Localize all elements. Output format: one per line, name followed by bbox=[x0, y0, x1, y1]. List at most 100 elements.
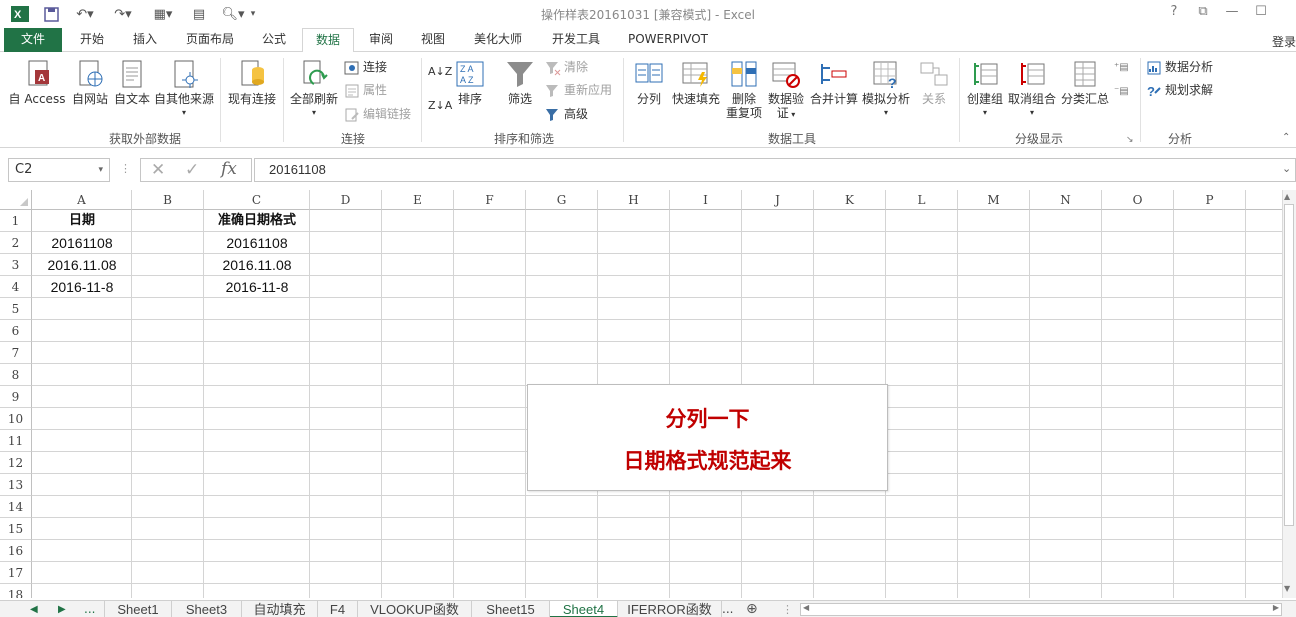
row-header-17[interactable]: 17 bbox=[0, 562, 32, 584]
tab-page-layout[interactable]: 页面布局 bbox=[174, 28, 246, 52]
formula-bar-handle-icon[interactable]: ⋮ bbox=[120, 162, 131, 175]
row-header-5[interactable]: 5 bbox=[0, 298, 32, 320]
column-header-f[interactable]: F bbox=[454, 190, 526, 210]
row-header-6[interactable]: 6 bbox=[0, 320, 32, 342]
name-box[interactable]: C2 ▾ bbox=[8, 158, 110, 182]
sheet-tab-iferror[interactable]: IFERROR函数 bbox=[618, 601, 722, 617]
group-button[interactable]: 创建组 ▾ bbox=[964, 58, 1006, 120]
sort-descending-icon[interactable]: Z↓A bbox=[428, 96, 452, 116]
data-validation-button[interactable]: 数据验证 ▾ bbox=[766, 58, 806, 122]
column-header-j[interactable]: J bbox=[742, 190, 814, 210]
tab-review[interactable]: 审阅 bbox=[358, 28, 404, 52]
row-header-18[interactable]: 18 bbox=[0, 584, 32, 598]
from-other-sources-button[interactable]: 自其他来源 ▾ bbox=[152, 58, 216, 120]
relationships-button[interactable]: 关系 bbox=[914, 58, 954, 106]
cell-a3[interactable]: 2016.11.08 bbox=[32, 254, 132, 276]
insert-function-icon[interactable]: fx bbox=[221, 159, 237, 179]
clear-button[interactable]: 清除 bbox=[545, 57, 588, 77]
scroll-up-icon[interactable]: ▲ bbox=[1284, 192, 1290, 201]
next-sheet-icon[interactable]: ▶ bbox=[58, 601, 66, 617]
sheet-tab-vlookup[interactable]: VLOOKUP函数 bbox=[358, 601, 472, 617]
solver-button[interactable]: ? 规划求解 bbox=[1146, 80, 1213, 100]
cell-a1[interactable]: 日期 bbox=[32, 210, 132, 232]
from-text-button[interactable]: 自文本 bbox=[112, 58, 152, 106]
cell-c1[interactable]: 准确日期格式 bbox=[204, 210, 310, 232]
more-sheets-right-icon[interactable]: ... bbox=[722, 601, 733, 617]
prev-sheet-icon[interactable]: ◀ bbox=[30, 601, 38, 617]
maximize-button[interactable]: ☐ bbox=[1250, 4, 1272, 24]
row-header-2[interactable]: 2 bbox=[0, 232, 32, 254]
more-sheets-left-icon[interactable]: ... bbox=[84, 601, 95, 617]
row-header-9[interactable]: 9 bbox=[0, 386, 32, 408]
subtotal-button[interactable]: 分类汇总 bbox=[1058, 58, 1112, 106]
row-header-3[interactable]: 3 bbox=[0, 254, 32, 276]
column-header-partial[interactable] bbox=[1246, 190, 1282, 210]
column-header-p[interactable]: P bbox=[1174, 190, 1246, 210]
ribbon-display-button[interactable]: ⧉ bbox=[1192, 4, 1214, 24]
cell-a4[interactable]: 2016-11-8 bbox=[32, 276, 132, 298]
outline-settings-icon[interactable]: ↘ bbox=[1126, 130, 1134, 150]
row-header-15[interactable]: 15 bbox=[0, 518, 32, 540]
scroll-left-icon[interactable]: ◀ bbox=[803, 603, 809, 612]
sort-ascending-icon[interactable]: A↓Z bbox=[428, 62, 452, 82]
connections-button[interactable]: 连接 bbox=[344, 57, 387, 77]
horizontal-scrollbar[interactable]: ◀ ▶ bbox=[800, 603, 1282, 616]
column-header-h[interactable]: H bbox=[598, 190, 670, 210]
row-header-1[interactable]: 1 bbox=[0, 210, 32, 232]
scroll-right-icon[interactable]: ▶ bbox=[1273, 603, 1279, 612]
sort-button[interactable]: Z AA Z 排序 bbox=[452, 58, 488, 106]
from-web-button[interactable]: 自网站 bbox=[70, 58, 110, 106]
scroll-down-icon[interactable]: ▼ bbox=[1284, 584, 1290, 593]
tab-powerpivot[interactable]: POWERPIVOT bbox=[618, 28, 718, 52]
row-header-13[interactable]: 13 bbox=[0, 474, 32, 496]
column-header-e[interactable]: E bbox=[382, 190, 454, 210]
callout-textbox[interactable]: 分列一下 日期格式规范起来 bbox=[527, 384, 888, 491]
sheet-tab-sheet3[interactable]: Sheet3 bbox=[172, 601, 242, 617]
login-link[interactable]: 登录 bbox=[1272, 33, 1296, 50]
sheet-tab-autofill[interactable]: 自动填充 bbox=[242, 601, 318, 617]
sheet-tab-sheet1[interactable]: Sheet1 bbox=[104, 601, 172, 617]
new-sheet-icon[interactable]: ⊕ bbox=[746, 601, 758, 617]
help-button[interactable]: ? bbox=[1163, 4, 1185, 24]
row-header-12[interactable]: 12 bbox=[0, 452, 32, 474]
expand-formula-bar-icon[interactable]: ⌄ bbox=[1282, 162, 1291, 175]
sheet-tab-sheet4[interactable]: Sheet4 bbox=[550, 601, 618, 617]
advanced-button[interactable]: 高级 bbox=[545, 104, 588, 124]
cancel-icon[interactable]: ✕ bbox=[151, 160, 165, 180]
column-header-n[interactable]: N bbox=[1030, 190, 1102, 210]
remove-duplicates-button[interactable]: 删除 重复项 bbox=[724, 58, 764, 120]
column-header-k[interactable]: K bbox=[814, 190, 886, 210]
text-to-columns-button[interactable]: 分列 bbox=[630, 58, 668, 106]
cell-c3[interactable]: 2016.11.08 bbox=[204, 254, 310, 276]
column-header-m[interactable]: M bbox=[958, 190, 1030, 210]
tab-developer[interactable]: 开发工具 bbox=[540, 28, 612, 52]
tab-home[interactable]: 开始 bbox=[66, 28, 118, 52]
sheet-tab-sheet15[interactable]: Sheet15 bbox=[472, 601, 550, 617]
reapply-button[interactable]: 重新应用 bbox=[545, 80, 612, 100]
row-header-8[interactable]: 8 bbox=[0, 364, 32, 386]
edit-links-button[interactable]: 编辑链接 bbox=[344, 104, 411, 124]
row-header-10[interactable]: 10 bbox=[0, 408, 32, 430]
sheet-tab-f4[interactable]: F4 bbox=[318, 601, 358, 617]
column-header-a[interactable]: A bbox=[32, 190, 132, 210]
tab-insert[interactable]: 插入 bbox=[120, 28, 170, 52]
vertical-scrollbar[interactable]: ▲ ▼ bbox=[1282, 190, 1296, 598]
row-header-4[interactable]: 4 bbox=[0, 276, 32, 298]
column-header-o[interactable]: O bbox=[1102, 190, 1174, 210]
enter-icon[interactable]: ✓ bbox=[185, 160, 199, 180]
show-detail-icon[interactable]: ⁺▤ bbox=[1114, 58, 1129, 78]
row-header-14[interactable]: 14 bbox=[0, 496, 32, 518]
row-header-7[interactable]: 7 bbox=[0, 342, 32, 364]
column-header-l[interactable]: L bbox=[886, 190, 958, 210]
from-access-button[interactable]: A 自 Access bbox=[6, 58, 68, 106]
filter-button[interactable]: 筛选 bbox=[502, 58, 538, 106]
column-header-b[interactable]: B bbox=[132, 190, 204, 210]
tab-beautify[interactable]: 美化大师 bbox=[462, 28, 534, 52]
column-header-d[interactable]: D bbox=[310, 190, 382, 210]
hide-detail-icon[interactable]: ⁻▤ bbox=[1114, 82, 1129, 102]
collapse-ribbon-icon[interactable]: ⌃ bbox=[1282, 128, 1290, 148]
tab-data[interactable]: 数据 bbox=[302, 28, 354, 53]
minimize-button[interactable]: — bbox=[1221, 4, 1243, 24]
column-header-g[interactable]: G bbox=[526, 190, 598, 210]
flash-fill-button[interactable]: 快速填充 bbox=[670, 58, 722, 106]
